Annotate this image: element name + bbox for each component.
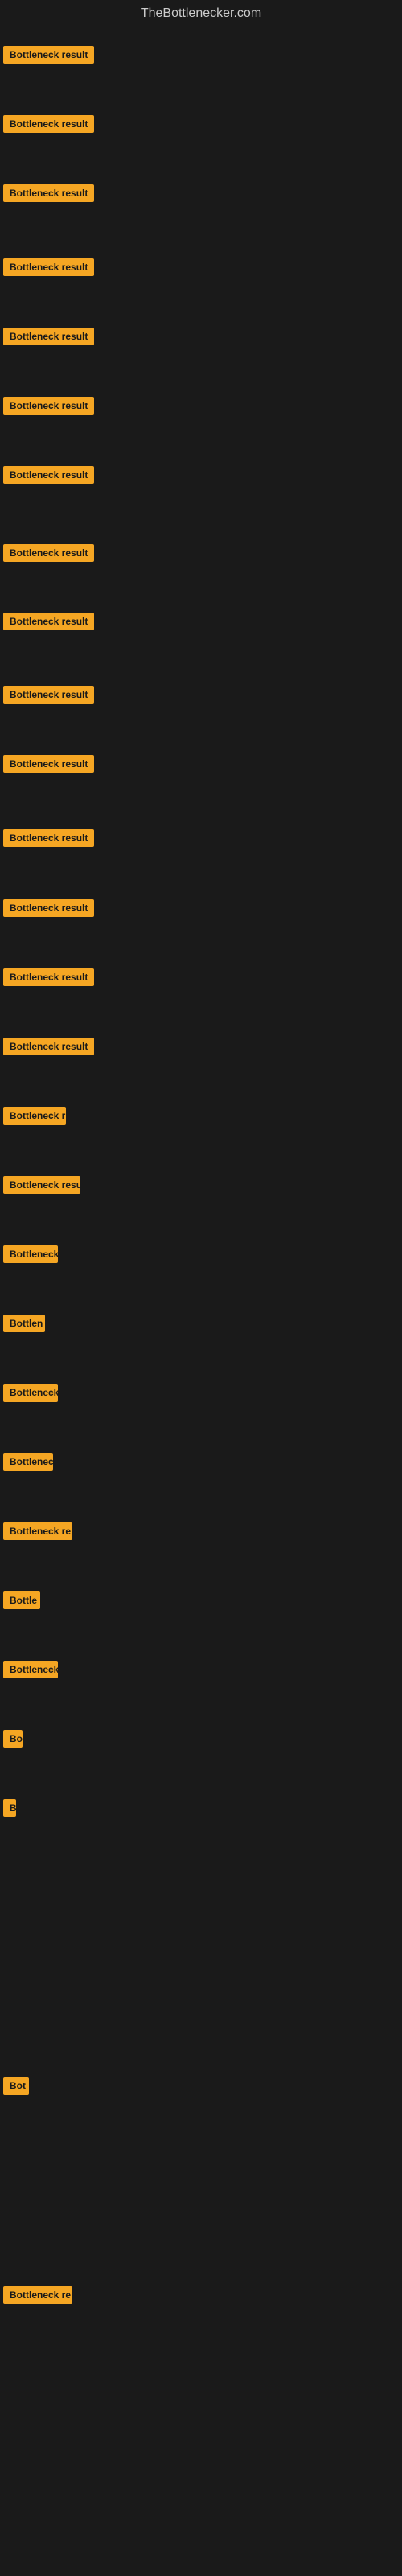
bottleneck-item: Bot bbox=[3, 2077, 29, 2099]
bottleneck-item: Bottleneck result bbox=[3, 968, 94, 990]
bottleneck-badge[interactable]: Bottleneck result bbox=[3, 397, 94, 415]
site-title: TheBottlenecker.com bbox=[0, 0, 402, 27]
bottleneck-badge[interactable]: Bo bbox=[3, 1730, 23, 1748]
bottleneck-badge[interactable]: Bottlen bbox=[3, 1315, 45, 1332]
bottleneck-item: Bottleneck result bbox=[3, 544, 94, 566]
bottleneck-badge[interactable]: Bottleneck result bbox=[3, 968, 94, 986]
bottleneck-badge[interactable]: Bottleneck resu bbox=[3, 1176, 80, 1194]
bottleneck-badge[interactable]: Bot bbox=[3, 2077, 29, 2095]
bottleneck-item: Bo bbox=[3, 1730, 23, 1752]
bottleneck-item: Bottle bbox=[3, 1591, 40, 1613]
bottleneck-item: Bottleneck result bbox=[3, 686, 94, 708]
bottleneck-item: Bottleneck resu bbox=[3, 1176, 80, 1198]
bottleneck-badge[interactable]: Bottleneck result bbox=[3, 899, 94, 917]
bottleneck-badge[interactable]: Bottleneck result bbox=[3, 755, 94, 773]
bottleneck-badge[interactable]: Bottlenec bbox=[3, 1453, 53, 1471]
bottleneck-item: Bottleneck result bbox=[3, 829, 94, 851]
bottleneck-badge[interactable]: Bottleneck r bbox=[3, 1107, 66, 1125]
bottleneck-item: Bottleneck bbox=[3, 1384, 58, 1406]
bottleneck-badge[interactable]: Bottleneck result bbox=[3, 829, 94, 847]
bottleneck-item: Bottleneck result bbox=[3, 46, 94, 68]
bottleneck-badge[interactable]: Bottleneck result bbox=[3, 328, 94, 345]
bottleneck-item: Bottleneck bbox=[3, 1245, 58, 1267]
bottleneck-item: Bottleneck re bbox=[3, 2286, 72, 2308]
bottleneck-badge[interactable]: Bottleneck result bbox=[3, 46, 94, 64]
bottleneck-badge[interactable]: Bottleneck result bbox=[3, 613, 94, 630]
bottleneck-item: Bottleneck result bbox=[3, 328, 94, 349]
bottleneck-badge[interactable]: Bottle bbox=[3, 1591, 40, 1609]
bottleneck-badge[interactable]: Bottleneck result bbox=[3, 1038, 94, 1055]
bottleneck-badge[interactable]: Bottleneck result bbox=[3, 466, 94, 484]
bottleneck-badge[interactable]: Bottleneck result bbox=[3, 544, 94, 562]
bottleneck-badge[interactable]: Bottleneck result bbox=[3, 184, 94, 202]
bottleneck-badge[interactable]: Bottleneck result bbox=[3, 115, 94, 133]
bottleneck-badge[interactable]: Bottleneck result bbox=[3, 686, 94, 704]
bottleneck-item: Bottleneck bbox=[3, 1661, 58, 1682]
bottleneck-item: Bottleneck result bbox=[3, 613, 94, 634]
bottleneck-item: Bottleneck re bbox=[3, 1522, 72, 1544]
bottleneck-badge[interactable]: Bottleneck re bbox=[3, 2286, 72, 2304]
bottleneck-item: Bottleneck result bbox=[3, 899, 94, 921]
bottleneck-item: Bottleneck result bbox=[3, 397, 94, 419]
bottleneck-item: Bottleneck result bbox=[3, 1038, 94, 1059]
bottleneck-badge[interactable]: Bottleneck bbox=[3, 1245, 58, 1263]
bottleneck-item: B bbox=[3, 1799, 16, 1821]
bottleneck-badge[interactable]: Bottleneck re bbox=[3, 1522, 72, 1540]
bottleneck-item: Bottleneck result bbox=[3, 184, 94, 206]
bottleneck-badge[interactable]: Bottleneck bbox=[3, 1661, 58, 1678]
bottleneck-item: Bottleneck r bbox=[3, 1107, 66, 1129]
bottleneck-item: Bottleneck result bbox=[3, 115, 94, 137]
bottleneck-badge[interactable]: B bbox=[3, 1799, 16, 1817]
bottleneck-item: Bottleneck result bbox=[3, 755, 94, 777]
bottleneck-item: Bottlen bbox=[3, 1315, 45, 1336]
bottleneck-item: Bottleneck result bbox=[3, 466, 94, 488]
bottleneck-badge[interactable]: Bottleneck result bbox=[3, 258, 94, 276]
bottleneck-item: Bottleneck result bbox=[3, 258, 94, 280]
bottleneck-item: Bottlenec bbox=[3, 1453, 53, 1475]
bottleneck-badge[interactable]: Bottleneck bbox=[3, 1384, 58, 1402]
